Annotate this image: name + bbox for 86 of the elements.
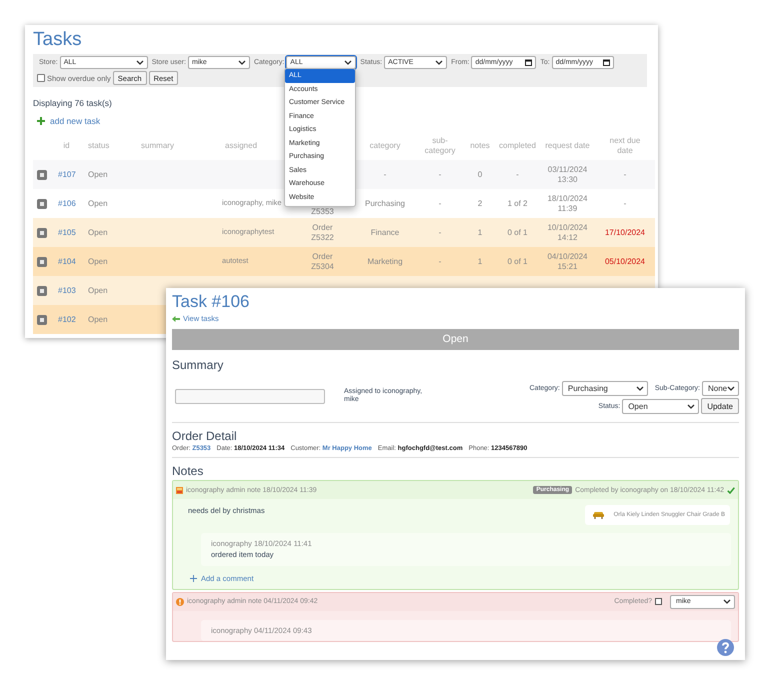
column-header: next due date xyxy=(610,136,640,154)
caret-icon xyxy=(723,599,731,604)
column-header: category xyxy=(370,140,400,150)
overdue-checkbox[interactable] xyxy=(37,74,45,82)
status-text: Open xyxy=(88,314,108,324)
section-heading: Order Detail xyxy=(172,429,238,443)
caret-icon xyxy=(344,60,352,65)
note-icon xyxy=(176,486,183,494)
row-toggle-icon[interactable] xyxy=(37,170,47,180)
row-toggle-icon[interactable] xyxy=(37,256,47,266)
column-header: id xyxy=(63,140,70,150)
column-header: sub-category xyxy=(424,136,456,154)
task-count: Displaying 76 task(s) xyxy=(33,98,112,108)
request-date: 03/11/2024 13:30 xyxy=(546,165,588,184)
warning-icon xyxy=(176,598,184,606)
task-id-link[interactable]: #103 xyxy=(58,286,76,296)
order-text: Order Z5304 xyxy=(310,252,335,271)
request-date: 04/10/2024 15:21 xyxy=(546,252,589,271)
notes-count: 0 xyxy=(478,170,482,180)
notes-count: 1 xyxy=(478,228,482,238)
request-date: 10/10/2024 14:12 xyxy=(546,223,589,242)
table-cell: - xyxy=(438,170,442,180)
notes-count: 1 xyxy=(478,256,482,266)
status-banner: Open xyxy=(172,329,739,350)
table-cell: - xyxy=(438,228,442,238)
field-select[interactable]: Open xyxy=(622,398,700,414)
status-text: Open xyxy=(88,256,108,266)
column-header: assigned xyxy=(225,140,258,150)
category-text: Marketing xyxy=(367,256,403,266)
completed-count: 0 of 1 xyxy=(507,228,528,238)
order-text: Order Z5322 xyxy=(310,223,335,242)
row-toggle-icon[interactable] xyxy=(37,286,47,296)
category-text: - xyxy=(384,170,386,180)
completed-count: 1 of 2 xyxy=(507,198,528,208)
add-task-link[interactable]: add new task xyxy=(50,116,100,126)
update-button[interactable]: Update xyxy=(701,398,739,414)
task-id-link[interactable]: #106 xyxy=(58,198,76,208)
caret-icon xyxy=(636,386,644,391)
column-header: completed xyxy=(499,140,536,150)
column-header: request date xyxy=(545,140,590,150)
section-heading: Notes xyxy=(172,464,204,478)
completed-count: - xyxy=(516,170,519,180)
status-text: Open xyxy=(88,198,108,208)
category-text: Finance xyxy=(370,228,400,238)
completed-checkbox[interactable] xyxy=(655,598,662,605)
check-icon xyxy=(727,486,735,494)
status-text: Open xyxy=(88,228,108,238)
status-text: Open xyxy=(88,286,108,296)
field-select[interactable]: None xyxy=(702,381,739,396)
task-id-link[interactable]: #107 xyxy=(58,170,76,180)
field-select[interactable]: Purchasing xyxy=(562,381,648,396)
calendar-icon xyxy=(525,59,532,66)
table-cell: - xyxy=(438,198,442,208)
row-toggle-icon[interactable] xyxy=(37,228,47,238)
category-text: Purchasing xyxy=(364,198,406,208)
caret-icon xyxy=(435,60,444,65)
column-header: notes xyxy=(470,140,490,150)
due-date: 17/10/2024 xyxy=(604,228,646,238)
calendar-icon xyxy=(602,59,610,66)
completed-count: 0 of 1 xyxy=(507,256,528,266)
page-title: Tasks xyxy=(33,29,83,51)
caret-icon xyxy=(238,60,246,65)
plus-icon xyxy=(190,574,197,582)
caret-icon xyxy=(727,386,736,391)
request-date: 18/10/2024 11:39 xyxy=(546,194,589,213)
help-icon[interactable] xyxy=(717,639,734,656)
due-date: - xyxy=(624,170,626,180)
section-heading: Summary xyxy=(172,358,224,372)
due-date: 05/10/2024 xyxy=(604,256,646,266)
back-arrow-icon xyxy=(172,316,180,322)
due-date: - xyxy=(624,198,626,208)
task-id-link[interactable]: #105 xyxy=(58,228,76,238)
order-text: Z5353 xyxy=(311,206,334,216)
notes-count: 2 xyxy=(478,198,482,208)
row-toggle-icon[interactable] xyxy=(37,314,47,324)
column-header: summary xyxy=(141,140,174,150)
plus-icon xyxy=(37,117,45,125)
task-title: Task #106 xyxy=(172,292,250,312)
status-text: Open xyxy=(88,170,108,180)
summary-field[interactable] xyxy=(175,389,325,404)
column-header: status xyxy=(88,140,110,150)
chair-icon xyxy=(592,511,604,519)
row-toggle-icon[interactable] xyxy=(37,198,47,208)
caret-icon xyxy=(687,404,696,408)
caret-icon xyxy=(136,60,144,65)
table-cell: - xyxy=(438,256,442,266)
